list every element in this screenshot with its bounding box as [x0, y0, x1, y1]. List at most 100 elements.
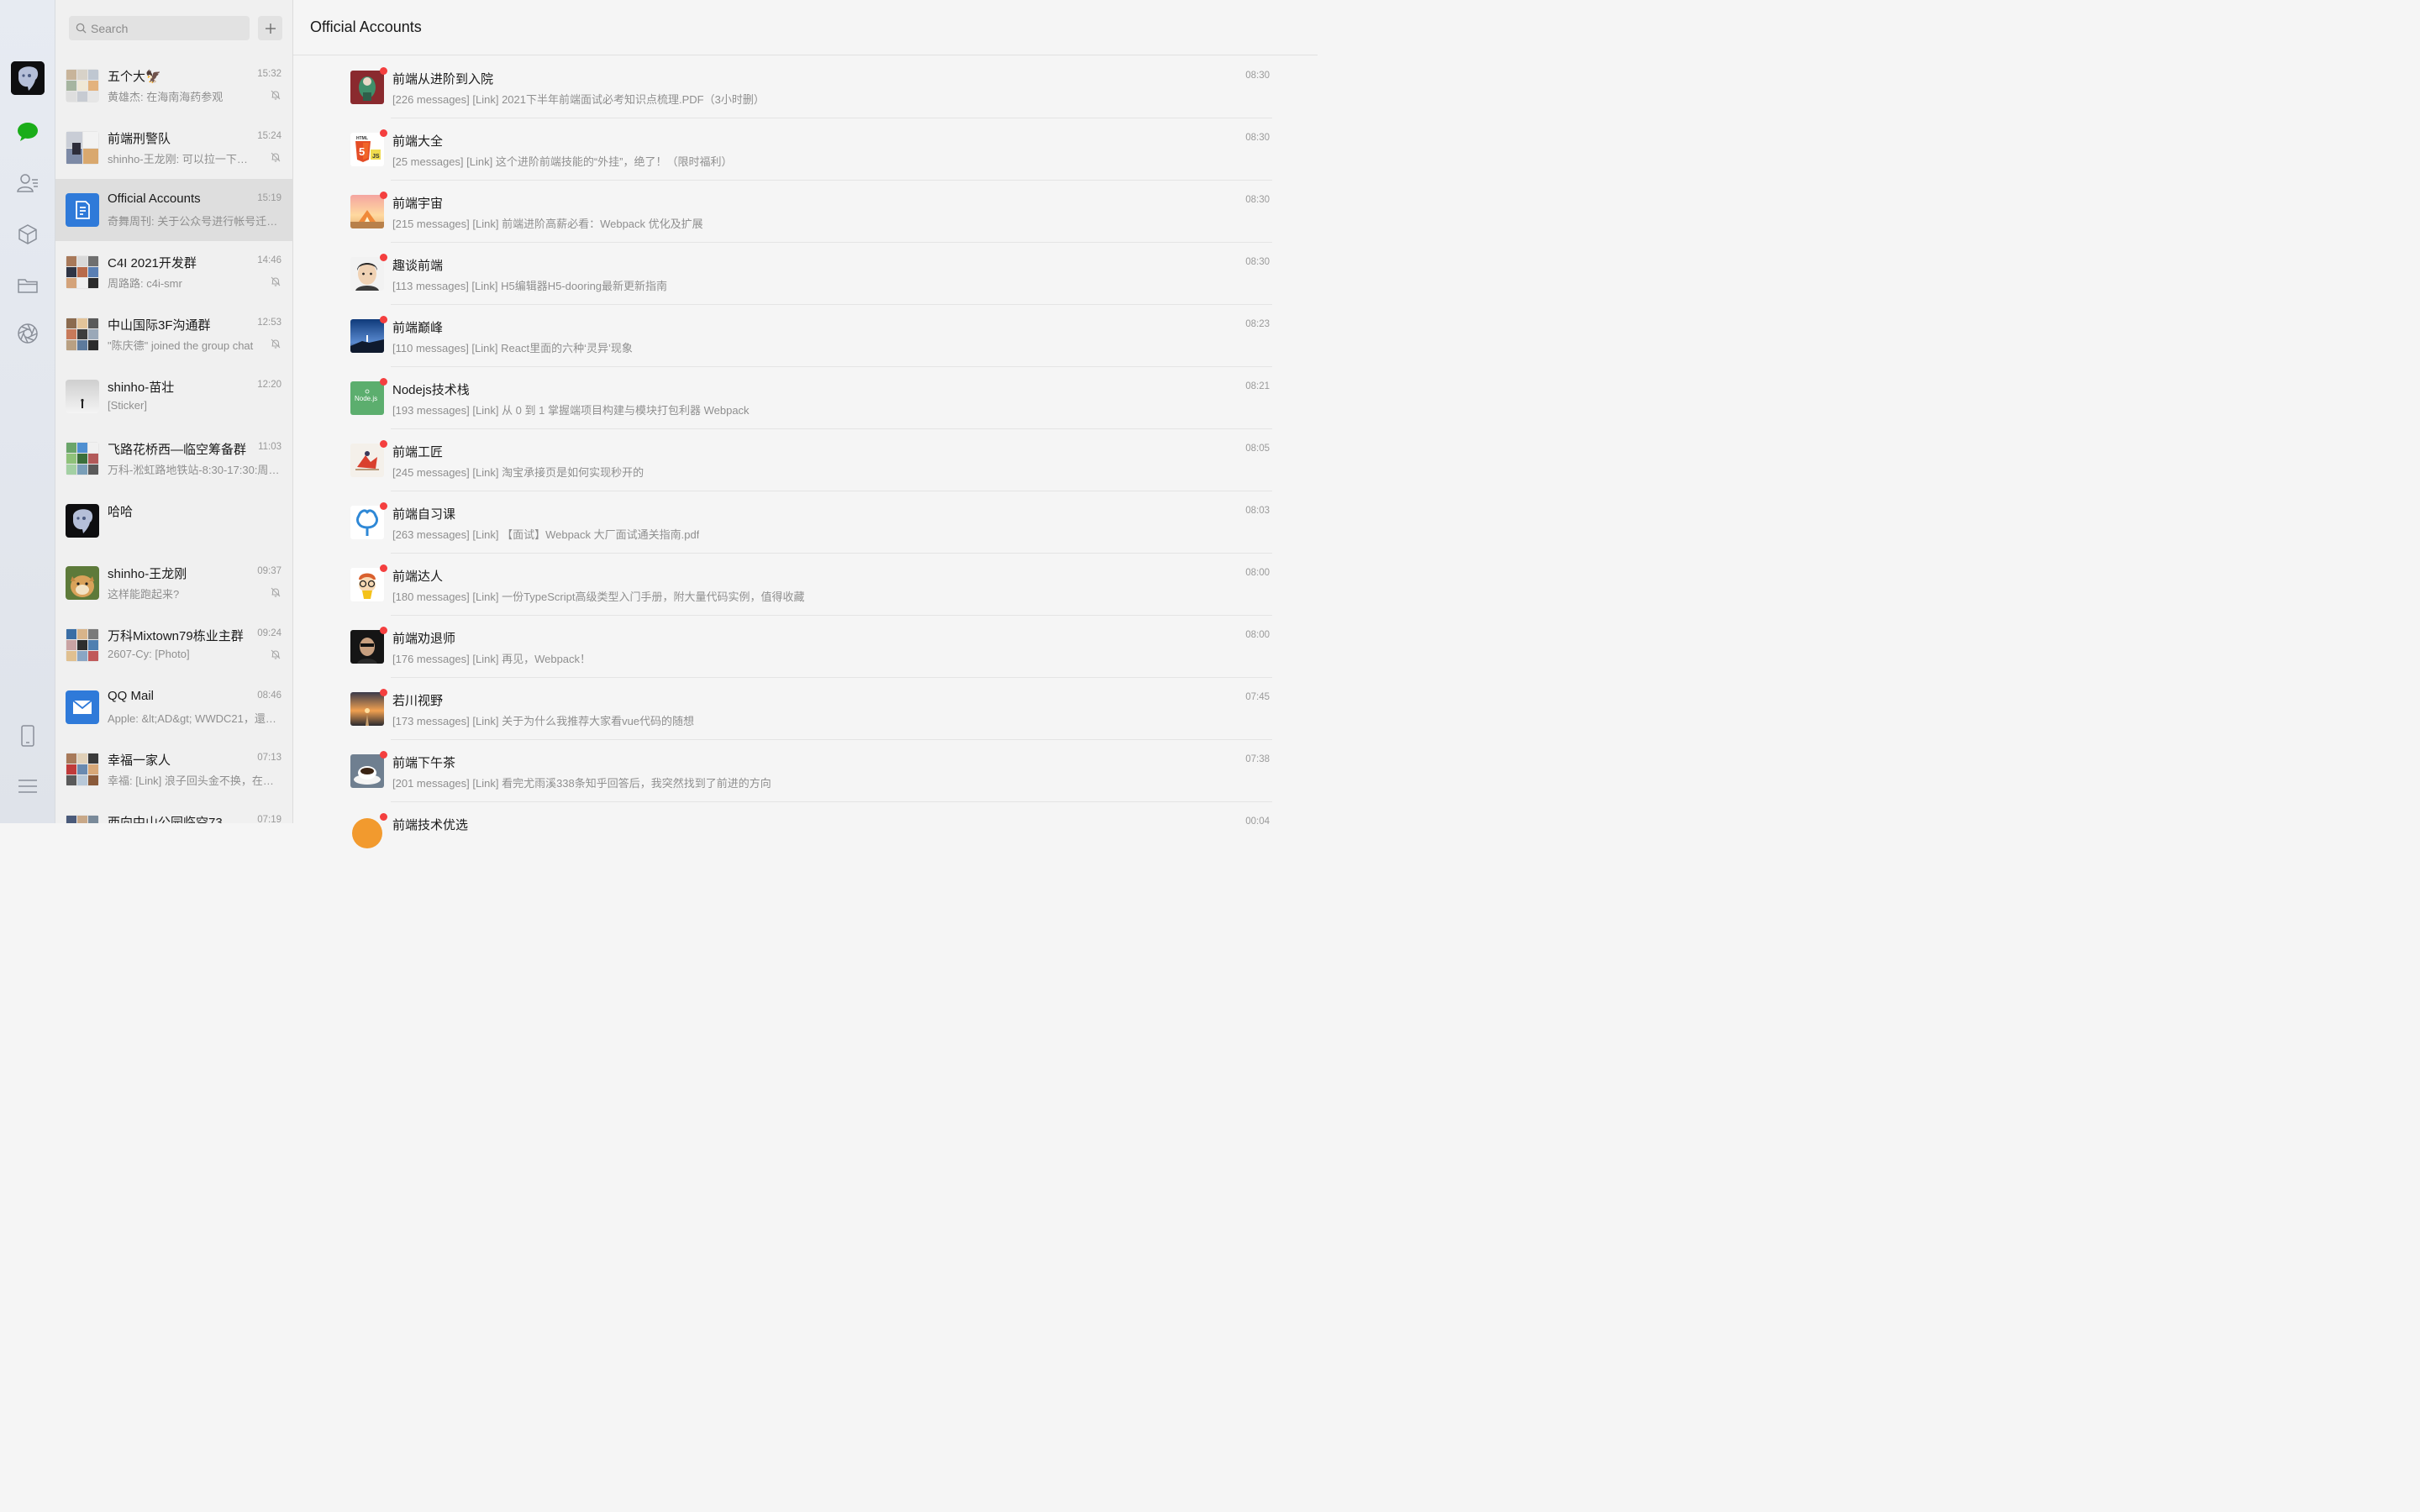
chat-preview: 奇舞周刊: 关于公众号进行帐号迁移的说明	[108, 215, 281, 228]
my-avatar[interactable]	[11, 61, 45, 95]
chat-item-official-accounts[interactable]: Official Accounts 15:19 奇舞周刊: 关于公众号进行帐号迁…	[55, 179, 292, 241]
account-item[interactable]: 前端下午茶 07:38 [201 messages] [Link] 看完尤雨溪3…	[293, 740, 1318, 802]
mobile-tab[interactable]	[15, 723, 40, 748]
account-time: 08:30	[1245, 195, 1270, 205]
official-account-list: 前端从进阶到入院 08:30 [226 messages] [Link] 202…	[293, 56, 1318, 864]
mail-icon	[66, 690, 99, 724]
chat-name: 西向中山公园临空73	[108, 816, 223, 823]
account-item[interactable]: 前端宇宙 08:30 [215 messages] [Link] 前端进阶高薪必…	[293, 181, 1318, 243]
account-summary: [25 messages] [Link] 这个进阶前端技能的“外挂”，绝了！（限…	[392, 155, 733, 168]
account-time: 08:30	[1245, 257, 1270, 267]
account-name: 前端下午茶	[392, 756, 456, 770]
unread-dot	[380, 192, 387, 199]
account-item[interactable]: 前端劝退师 08:00 [176 messages] [Link] 再见，Web…	[293, 616, 1318, 678]
account-item[interactable]: Node.js Nodejs技术栈 08:21 [193 messages] […	[293, 367, 1318, 429]
contacts-tab[interactable]	[15, 171, 40, 196]
account-item[interactable]: 前端自习课 08:03 [263 messages] [Link] 【面试】We…	[293, 491, 1318, 554]
account-summary: [176 messages] [Link] 再见，Webpack！	[392, 653, 592, 665]
chat-item[interactable]: 前端刑警队 15:24 shinho-王龙刚: 可以拉一下这个?	[55, 117, 292, 179]
account-summary: [263 messages] [Link] 【面试】Webpack 大厂面试通关…	[392, 528, 700, 541]
mute-bell-icon	[271, 152, 281, 162]
group-avatar	[66, 442, 99, 475]
account-item[interactable]: 前端从进阶到入院 08:30 [226 messages] [Link] 202…	[293, 56, 1318, 118]
account-time: 08:21	[1245, 381, 1270, 391]
search-input[interactable]	[91, 21, 242, 35]
nodejs-label: Node.js	[355, 395, 377, 402]
account-avatar	[350, 568, 384, 601]
favorites-tab[interactable]	[15, 222, 40, 247]
chat-time: 12:53	[257, 318, 281, 328]
html5-logo: HTML 5 JS	[350, 133, 384, 166]
mute-bell-icon	[271, 587, 281, 597]
menu-icon	[18, 780, 37, 793]
official-accounts-pane: Official Accounts 前端从进阶到入院 08:30 [226 me…	[293, 0, 1318, 850]
chat-item[interactable]: 万科Mixtown79栋业主群 09:24 2607-Cy: [Photo]	[55, 614, 292, 676]
unread-dot	[380, 627, 387, 634]
account-item[interactable]: 前端巅峰 08:23 [110 messages] [Link] React里面…	[293, 305, 1318, 367]
chat-name: Official Accounts	[108, 192, 201, 206]
chat-item[interactable]: 幸福一家人 07:13 幸福: [Link] 浪子回头金不换，在家旅行也精彩	[55, 738, 292, 801]
chat-item[interactable]: 飞路花桥西—临空筹备群 11:03 万科-淞虹路地铁站-8:30-17:30:周…	[55, 428, 292, 490]
chat-item[interactable]: shinho-苗壮 12:20 [Sticker]	[55, 365, 292, 428]
account-avatar	[350, 506, 384, 539]
search-icon	[76, 23, 87, 34]
more-menu-button[interactable]	[15, 774, 40, 799]
account-item[interactable]: 前端技术优选 00:04	[293, 802, 1318, 864]
chat-item[interactable]: 中山国际3F沟通群 12:53 "陈庆德" joined the group c…	[55, 303, 292, 365]
account-name: 若川视野	[392, 694, 444, 708]
account-name: 前端达人	[392, 570, 444, 584]
cube-icon	[18, 224, 37, 244]
chat-time: 15:24	[257, 131, 281, 141]
account-avatar	[350, 444, 384, 477]
account-name: 前端技术优选	[392, 818, 469, 832]
html-label: HTML	[356, 136, 368, 141]
chat-list-panel: 五个大🦅 15:32 黄雄杰: 在海南海药参观 前端刑警队 15:24 s	[55, 0, 293, 823]
group-avatar	[66, 131, 99, 165]
search-box[interactable]	[69, 16, 250, 40]
chat-item[interactable]: 哈哈	[55, 490, 292, 552]
nodejs-logo: Node.js	[350, 381, 384, 415]
group-avatar	[66, 753, 99, 786]
account-time: 08:23	[1245, 319, 1270, 329]
account-avatar	[350, 319, 384, 353]
chat-preview: 这样能跑起来?	[108, 588, 180, 601]
chat-preview: Apple: &lt;AD&gt; WWDC21，還有更多精彩	[108, 712, 281, 725]
chat-bubble-icon	[18, 123, 38, 141]
chat-name: shinho-王龙刚	[108, 567, 187, 581]
unread-dot	[380, 254, 387, 261]
chat-item[interactable]: 五个大🦅 15:32 黄雄杰: 在海南海药参观	[55, 55, 292, 117]
unread-dot	[380, 67, 387, 75]
official-accounts-icon	[66, 193, 99, 227]
chat-item[interactable]: shinho-王龙刚 09:37 这样能跑起来?	[55, 552, 292, 614]
contact-avatar	[66, 380, 99, 413]
account-item[interactable]: 前端工匠 08:05 [245 messages] [Link] 淘宝承接页是如…	[293, 429, 1318, 491]
account-item[interactable]: 若川视野 07:45 [173 messages] [Link] 关于为什么我推…	[293, 678, 1318, 740]
group-avatar	[66, 628, 99, 662]
unread-dot	[380, 813, 387, 821]
contacts-icon	[17, 174, 38, 192]
account-name: Nodejs技术栈	[392, 383, 470, 397]
page-title: Official Accounts	[310, 18, 422, 35]
chat-item[interactable]: QQ Mail 08:46 Apple: &lt;AD&gt; WWDC21，還…	[55, 676, 292, 738]
chats-tab[interactable]	[15, 119, 40, 144]
chat-time: 09:37	[257, 566, 281, 576]
contact-avatar	[66, 566, 99, 600]
chat-item[interactable]: C4I 2021开发群 14:46 周路路: c4i-smr	[55, 241, 292, 303]
moments-tab[interactable]	[15, 321, 40, 346]
account-item[interactable]: 趣谈前端 08:30 [113 messages] [Link] H5编辑器H5…	[293, 243, 1318, 305]
account-name: 前端劝退师	[392, 632, 456, 646]
chat-preview: shinho-王龙刚: 可以拉一下这个?	[108, 153, 254, 165]
account-summary: [245 messages] [Link] 淘宝承接页是如何实现秒开的	[392, 466, 644, 479]
chat-name: 飞路花桥西—临空筹备群	[108, 443, 247, 457]
chat-preview: [Sticker]	[108, 399, 147, 412]
account-summary: [201 messages] [Link] 看完尤雨溪338条知乎回答后，我突然…	[392, 777, 771, 790]
account-item[interactable]: 前端达人 08:00 [180 messages] [Link] 一份TypeS…	[293, 554, 1318, 616]
chat-item[interactable]: 西向中山公园临空73 07:19	[55, 801, 292, 823]
files-tab[interactable]	[15, 273, 40, 298]
add-button[interactable]	[258, 16, 282, 40]
unread-dot	[380, 129, 387, 137]
chat-preview: 万科-淞虹路地铁站-8:30-17:30:周二停车	[108, 464, 281, 476]
unread-dot	[380, 316, 387, 323]
account-time: 07:45	[1245, 692, 1270, 702]
account-item[interactable]: HTML 5 JS 前端大全 08:30 [25 messages] [Link…	[293, 118, 1318, 181]
